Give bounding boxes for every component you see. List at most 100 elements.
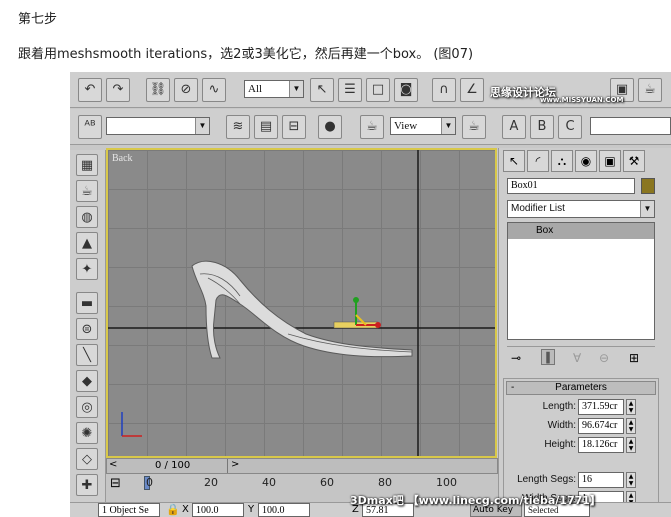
named-selection-icon[interactable]: ᴬᴮ (78, 115, 102, 139)
selection-filter-value: All (248, 83, 263, 95)
prev-frame-icon[interactable]: < (109, 459, 117, 470)
schematic-view-icon[interactable]: ⊟ (282, 115, 306, 139)
chevron-down-icon: ▼ (640, 201, 654, 217)
material-editor-icon[interactable]: ● (318, 115, 342, 139)
redo-icon[interactable]: ↷ (106, 78, 130, 102)
teapot-icon[interactable]: ☕ (76, 180, 98, 202)
utilities-tab-icon[interactable]: ⚒ (623, 150, 645, 172)
quick-render-icon[interactable]: ☕ (638, 78, 662, 102)
shoe-mesh (191, 260, 413, 359)
param-spinner[interactable]: ▲▼ (626, 418, 636, 434)
object-color-swatch[interactable] (641, 178, 655, 194)
display-tab-icon[interactable]: ▣ (599, 150, 621, 172)
shoe-body (191, 260, 413, 359)
max-screenshot: ↶ ↷ ⛓ ⊘ ∿ All ▼ ↖ ☰ □ ◙ ∩ ∠ ▣ ☕ 思缘设计论坛 w… (70, 72, 671, 517)
render-scene-icon[interactable]: ☕ (360, 115, 384, 139)
set-c-icon[interactable]: C (558, 115, 582, 139)
cone-icon[interactable]: ▲ (76, 232, 98, 254)
timeline-tick: 20 (204, 476, 218, 489)
param-field[interactable]: 96.674cr (578, 418, 624, 434)
curve-editor-icon[interactable]: ▤ (254, 115, 278, 139)
textplus-icon[interactable]: ✚ (76, 474, 98, 496)
back-viewport[interactable]: Back (106, 148, 497, 458)
timeline-tick: 60 (320, 476, 334, 489)
modify-tab-icon[interactable]: ◜ (527, 150, 549, 172)
left-toolbar: ▦ ☕ ◍ ▲ ✦ ▬ ⊜ ╲ ◆ ◎ ✺ ◇ ✚ (70, 150, 106, 517)
bind-spacewarp-icon[interactable]: ∿ (202, 78, 226, 102)
param-spinner[interactable]: ▲▼ (626, 399, 636, 415)
view-dropdown[interactable]: View ▼ (390, 117, 456, 135)
quick-render-icon[interactable]: ☕ (462, 115, 486, 139)
selection-filter-dropdown[interactable]: All ▼ (244, 80, 304, 98)
timeline-tick: 40 (262, 476, 276, 489)
frame-counter: 0 / 100 (155, 460, 191, 471)
lock-selection-icon[interactable]: 🔒 (166, 503, 180, 516)
param-spinner[interactable]: ▲▼ (626, 472, 636, 488)
param-field[interactable]: 371.59cr (578, 399, 624, 415)
param-label: Length Segs: (517, 474, 576, 485)
param-field[interactable]: 18.126cr (578, 437, 624, 453)
set-a-icon[interactable]: A (502, 115, 526, 139)
param-label: Height: (544, 439, 576, 450)
y-coord-field[interactable]: 100.0 (258, 503, 310, 517)
instruction-text: 跟着用meshsmooth iterations，选2或3美化它，然后再建一个b… (18, 47, 474, 62)
motion-tab-icon[interactable]: ◉ (575, 150, 597, 172)
box-create-icon[interactable]: ▦ (76, 154, 98, 176)
chevron-down-icon: ▼ (195, 118, 209, 134)
undo-icon[interactable]: ↶ (78, 78, 102, 102)
timeline-tick: 100 (436, 476, 457, 489)
command-panel: ↖ ◜ ⛬ ◉ ▣ ⚒ Box01 Modifier List ▼ Box ⊸ … (498, 148, 671, 517)
time-slider[interactable]: < 0 / 100 > (106, 458, 498, 474)
step-title: 第七步 (18, 12, 58, 27)
object-name-field[interactable]: Box01 (507, 178, 635, 194)
set-b-icon[interactable]: B (530, 115, 554, 139)
snap-icon[interactable]: ∩ (432, 78, 456, 102)
transform-gizmo (333, 297, 381, 329)
sphere-icon[interactable]: ◍ (76, 206, 98, 228)
stack-item-box[interactable]: Box (508, 223, 654, 239)
angle-snap-icon[interactable]: ∠ (460, 78, 484, 102)
track-bar-icon[interactable]: ⊟ (110, 476, 121, 491)
parameters-header[interactable]: - Parameters (506, 381, 656, 395)
param-label: Width: (547, 420, 576, 431)
geosphere-icon[interactable]: ✺ (76, 422, 98, 444)
select-arrow-icon[interactable]: ↖ (310, 78, 334, 102)
show-end-result-icon[interactable]: ∥ (541, 349, 555, 365)
viewport-label[interactable]: Back (112, 153, 133, 164)
rect-region-icon[interactable]: □ (366, 78, 390, 102)
cylinder-icon[interactable]: ⊜ (76, 318, 98, 340)
select-link-icon[interactable]: ⛓ (146, 78, 170, 102)
layers-icon[interactable]: ≋ (226, 115, 250, 139)
next-frame-icon[interactable]: > (231, 459, 239, 470)
gizmo-x-handle (375, 322, 381, 328)
parameters-title: Parameters (555, 382, 607, 393)
timeline-tick: 80 (378, 476, 392, 489)
hierarchy-tab-icon[interactable]: ⛬ (551, 150, 573, 172)
modifier-list-label: Modifier List (511, 203, 565, 214)
remove-modifier-icon[interactable]: ⊖ (599, 351, 609, 365)
param-field[interactable]: 16 (578, 472, 624, 488)
param-spinner[interactable]: ▲▼ (626, 437, 636, 453)
select-by-name-icon[interactable]: ☰ (338, 78, 362, 102)
second-toolbar: ᴬᴮ ▼ ≋ ▤ ⊟ ● ☕ View ▼ ☕ A B C (70, 109, 671, 145)
torus-icon[interactable]: ◎ (76, 396, 98, 418)
unlink-icon[interactable]: ⊘ (174, 78, 198, 102)
watermark-site: www.MISSYUAN.COM (540, 96, 624, 104)
make-unique-icon[interactable]: ∀ (573, 351, 581, 365)
x-coord-field[interactable]: 100.0 (192, 503, 244, 517)
extra-dropdown[interactable] (590, 117, 671, 135)
pin-stack-icon[interactable]: ⊸ (511, 351, 521, 365)
hedra-icon[interactable]: ◇ (76, 448, 98, 470)
configure-sets-icon[interactable]: ⊞ (629, 351, 639, 365)
create-tab-icon[interactable]: ↖ (503, 150, 525, 172)
modifier-list-dropdown[interactable]: Modifier List ▼ (507, 200, 655, 218)
star-icon[interactable]: ✦ (76, 258, 98, 280)
named-selection-dropdown[interactable]: ▼ (106, 117, 210, 135)
gizmo-y-handle (353, 297, 359, 303)
pyramid-icon[interactable]: ◆ (76, 370, 98, 392)
plane-icon[interactable]: ▬ (76, 292, 98, 314)
view-value: View (394, 120, 418, 132)
chevron-down-icon: ▼ (441, 118, 455, 134)
tube-icon[interactable]: ╲ (76, 344, 98, 366)
window-crossing-icon[interactable]: ◙ (394, 78, 418, 102)
